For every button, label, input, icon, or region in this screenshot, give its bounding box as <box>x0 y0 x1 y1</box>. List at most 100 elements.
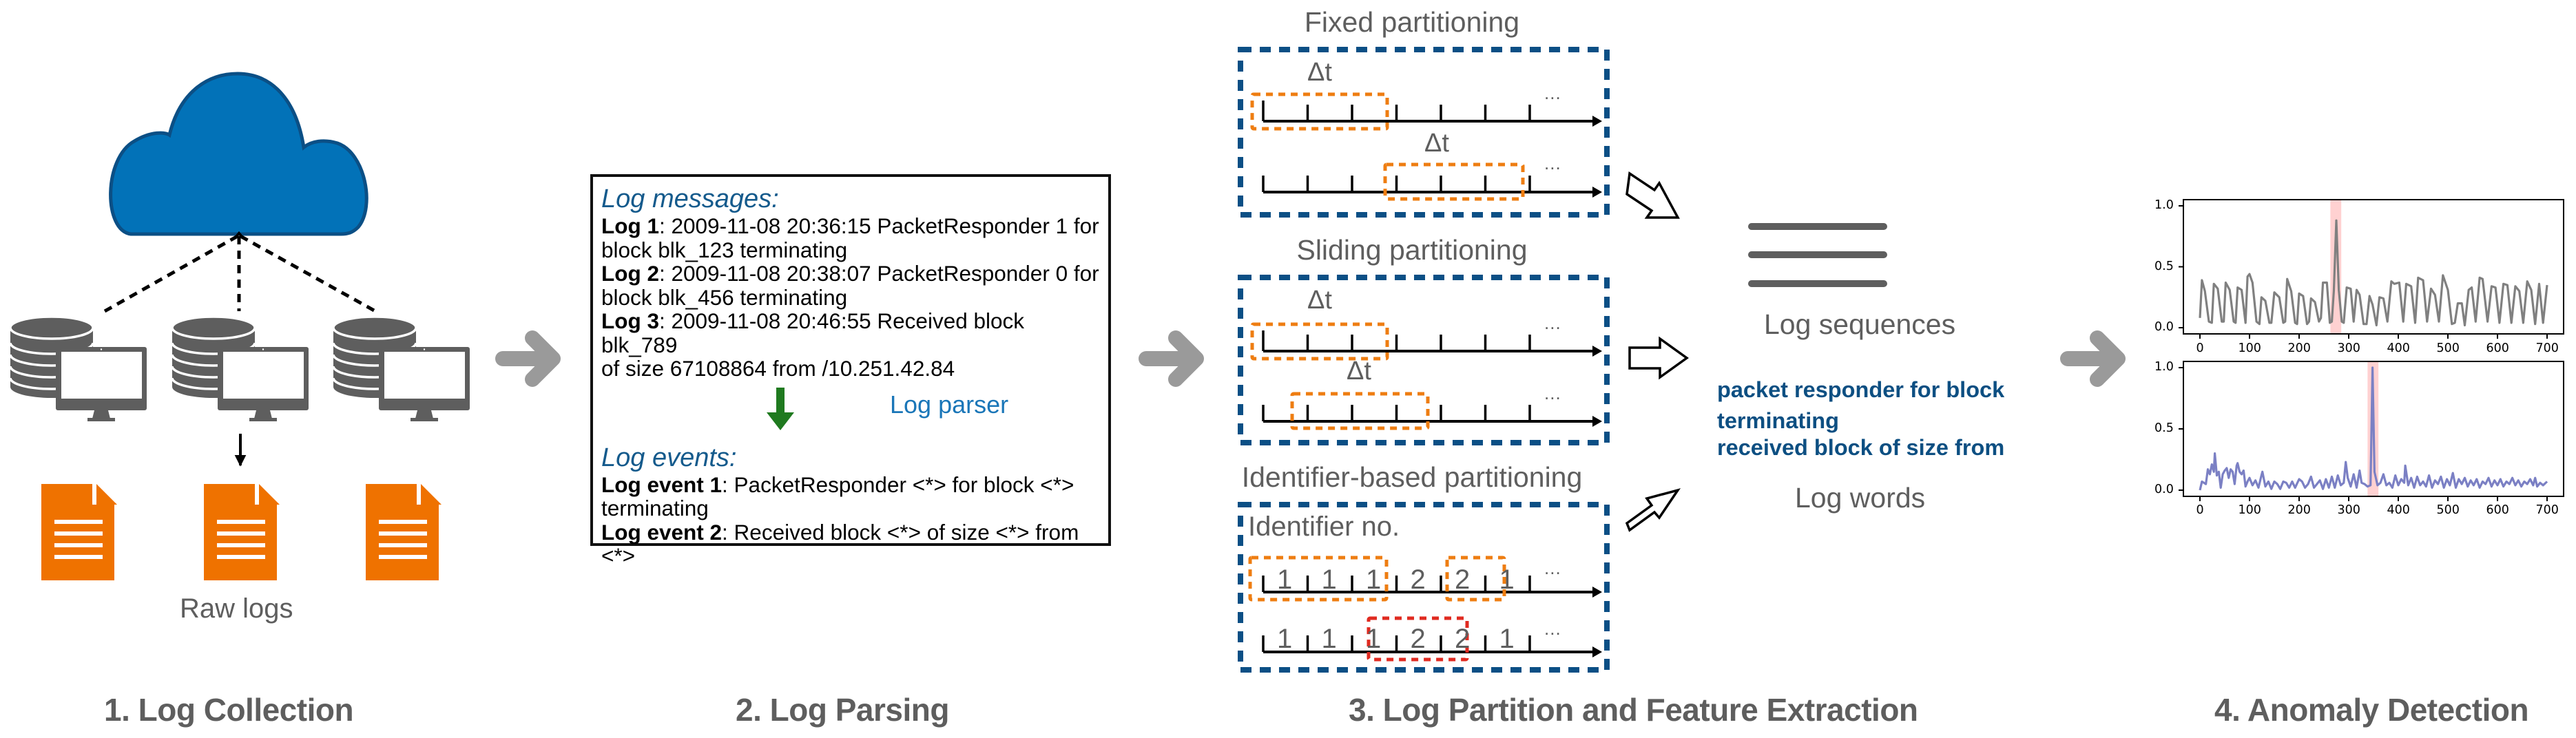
log-message-cont: of size 67108864 from /10.251.42.84 <box>601 356 955 381</box>
log-word-line: terminating <box>1717 408 1839 433</box>
x-tick-label: 200 <box>2287 503 2311 517</box>
log-message: Log 2: 2009-11-08 20:38:07 PacketRespond… <box>601 262 1100 286</box>
log-events-heading: Log events: <box>601 443 737 472</box>
y-tick-label: 0.0 <box>2154 483 2174 496</box>
stage-title-anomaly-detection: 4. Anomaly Detection <box>2214 692 2529 728</box>
x-tick-label: 300 <box>2337 503 2360 517</box>
log-message-cont: block blk_123 terminating <box>601 237 848 262</box>
log-message-label: Log 1 <box>601 213 659 238</box>
y-tick-label: 0.5 <box>2154 421 2174 435</box>
identifier-number: 1 <box>1366 565 1382 595</box>
log-file-icon <box>204 484 280 580</box>
log-event: Log event 2: Received block <*> of size … <box>601 520 1100 568</box>
identifier-number: 2 <box>1455 565 1471 595</box>
parser-down-arrow-icon <box>767 387 794 430</box>
log-file-icon <box>366 484 442 580</box>
ellipsis: ... <box>1544 83 1561 103</box>
cloud-icon <box>109 72 368 236</box>
log-parser-label: Log parser <box>890 390 1009 419</box>
log-messages-heading: Log messages: <box>601 184 779 213</box>
hollow-arrow-icon <box>1628 336 1690 380</box>
identifier-number: 2 <box>1455 624 1471 654</box>
log-message: Log 3: 2009-11-08 20:46:55 Received bloc… <box>601 309 1100 357</box>
identifier-number: 1 <box>1366 624 1382 654</box>
window-size-label: Δt <box>1307 286 1332 315</box>
log-sequences-label: Log sequences <box>1764 308 1956 340</box>
x-tick-label: 500 <box>2436 503 2460 517</box>
x-tick-label: 0 <box>2196 341 2204 355</box>
log-parser-step: Log parser <box>601 387 1100 441</box>
identifier-number: 1 <box>1321 565 1337 595</box>
log-message: Log 1: 2009-11-08 20:36:15 PacketRespond… <box>601 214 1100 238</box>
window-box <box>1250 92 1389 131</box>
timeline-arrowhead <box>1592 646 1602 657</box>
hollow-arrow-icon <box>1625 171 1680 219</box>
ellipsis: ... <box>1544 153 1561 173</box>
identifier-partitioning-title: Identifier-based partitioning <box>1241 461 1583 493</box>
stage-arrow-icon <box>495 330 561 387</box>
stage-title-log-parsing: 2. Log Parsing <box>736 692 949 728</box>
x-tick-label: 600 <box>2486 503 2509 517</box>
server-icon <box>171 315 310 423</box>
log-event-cont: terminating <box>601 496 709 520</box>
log-message-list: Log 1: 2009-11-08 20:36:15 PacketRespond… <box>601 214 1100 381</box>
x-tick-label: 100 <box>2238 503 2261 517</box>
server-icon <box>332 315 471 423</box>
log-words-label: Log words <box>1795 482 1926 514</box>
y-tick-label: 0.0 <box>2154 320 2174 334</box>
window-box <box>1383 162 1525 201</box>
log-event-label: Log event 1 <box>601 472 723 497</box>
stage-title-log-collection: 1. Log Collection <box>104 692 354 728</box>
x-tick-label: 0 <box>2196 503 2204 517</box>
log-word-line: packet responder for block <box>1717 377 2005 402</box>
identifier-number: 1 <box>1277 565 1293 595</box>
anomaly-chart-noisy <box>2179 361 2564 501</box>
x-tick-label: 300 <box>2337 341 2360 355</box>
sliding-partition-box <box>1238 275 1610 445</box>
x-tick-label: 400 <box>2387 503 2410 517</box>
log-event-list: Log event 1: PacketResponder <*> for blo… <box>601 472 1100 568</box>
stage-title-partition-feature-extraction: 3. Log Partition and Feature Extraction <box>1349 692 1918 728</box>
y-tick-label: 0.5 <box>2154 259 2174 273</box>
x-tick-label: 600 <box>2486 341 2509 355</box>
window-box <box>1290 392 1430 430</box>
x-tick-label: 700 <box>2535 503 2559 517</box>
log-message-label: Log 2 <box>601 261 659 286</box>
identifier-number: 1 <box>1277 624 1293 654</box>
ellipsis: ... <box>1544 383 1561 403</box>
identifier-number: 1 <box>1499 565 1515 595</box>
y-tick-label: 1.0 <box>2154 360 2174 374</box>
identifier-number: 2 <box>1410 565 1426 595</box>
sliding-partitioning-title: Sliding partitioning <box>1296 234 1528 266</box>
log-parsing-panel: Log messages: Log 1: 2009-11-08 20:36:15… <box>590 174 1111 567</box>
timeline-arrowhead <box>1592 187 1602 198</box>
x-tick-label: 700 <box>2535 341 2559 355</box>
log-event: Log event 1: PacketResponder <*> for blo… <box>601 472 1100 497</box>
window-size-label: Δt <box>1424 129 1449 158</box>
identifier-axis-label: Identifier no. <box>1248 512 1400 542</box>
identifier-number: 1 <box>1499 624 1515 654</box>
timeline-arrowhead <box>1592 416 1602 427</box>
ellipsis: ... <box>1544 558 1561 578</box>
log-sequences-icon <box>1748 223 1887 287</box>
log-event-text: : PacketResponder <*> for block <*> <box>722 472 1074 497</box>
log-message-text: : 2009-11-08 20:46:55 Received block blk… <box>601 308 1025 357</box>
x-tick-label: 500 <box>2436 341 2460 355</box>
y-tick-label: 1.0 <box>2154 198 2174 212</box>
window-size-label: Δt <box>1307 58 1332 87</box>
x-tick-label: 400 <box>2387 341 2410 355</box>
log-file-icon <box>41 484 117 580</box>
fixed-partition-box <box>1238 47 1610 218</box>
server-icon <box>9 315 148 423</box>
window-box <box>1250 322 1389 361</box>
timeline-arrowhead <box>1592 587 1602 598</box>
anomaly-chart-periodic <box>2179 199 2564 339</box>
timeline-arrowhead <box>1592 116 1602 127</box>
log-message-label: Log 3 <box>601 308 659 333</box>
timeline-arrowhead <box>1592 346 1602 357</box>
log-message-text: : 2009-11-08 20:36:15 PacketResponder 1 … <box>659 213 1099 238</box>
log-message-text: : 2009-11-08 20:38:07 PacketResponder 0 … <box>659 261 1099 286</box>
log-event-label: Log event 2 <box>601 519 723 545</box>
raw-logs-label: Raw logs <box>180 593 293 624</box>
fixed-partitioning-title: Fixed partitioning <box>1304 6 1520 38</box>
